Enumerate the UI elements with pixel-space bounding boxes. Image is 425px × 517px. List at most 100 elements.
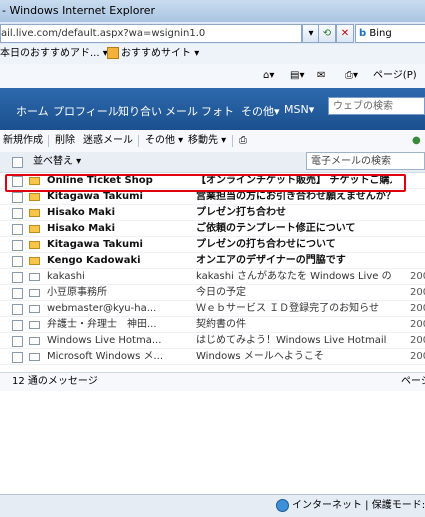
page-indicator[interactable]: ページ — [401, 373, 425, 391]
message-row[interactable]: Kitagawa Takumi プレゼンの打ち合わせについて — [0, 237, 425, 253]
toolbar-divider — [232, 135, 233, 147]
favorite-item-label: 本日のおすすめアド... — [0, 48, 100, 59]
message-sender[interactable]: Kitagawa Takumi — [47, 237, 187, 253]
nav-more[interactable]: その他▾ — [241, 103, 280, 119]
print-icon[interactable]: ⎙ — [239, 130, 247, 152]
sort-menu[interactable]: 並べ替え ▾ — [33, 152, 81, 172]
other-menu[interactable]: その他 ▾ — [145, 130, 183, 152]
message-checkbox[interactable] — [12, 240, 23, 251]
command-bar: ⌂▾ ▤▾ ✉ ⎙▾ ページ(P) — [0, 64, 425, 89]
favorite-item-2[interactable]: おすすめサイト ▾ — [107, 44, 199, 64]
rss-feed-icon[interactable]: ▤▾ — [290, 64, 304, 88]
stop-icon[interactable]: ✕ — [336, 24, 354, 43]
envelope-icon — [29, 193, 40, 201]
message-row[interactable]: kakashi kakashi さんがあなたを Windows Live のフ..… — [0, 269, 425, 285]
home-icon[interactable]: ⌂▾ — [263, 64, 274, 88]
message-checkbox[interactable] — [12, 336, 23, 347]
message-row[interactable]: webmaster@kyu-ha... Ｗｅｂサービス ＩＤ登録完了のお知らせ 20… — [0, 301, 425, 317]
new-button[interactable]: 新規作成 — [3, 130, 43, 152]
message-checkbox[interactable] — [12, 352, 23, 363]
contacts-icon[interactable]: ● — [412, 130, 421, 152]
nav-contacts[interactable]: 知り合い — [118, 103, 162, 119]
security-zone[interactable]: インターネット | 保護モード: 有効 — [292, 495, 425, 517]
message-checkbox[interactable] — [12, 304, 23, 315]
address-bar-row: ail.live.com/default.aspx?wa=wsignin1.0 … — [0, 22, 425, 44]
message-sender[interactable]: 小豆原事務所 — [47, 285, 187, 301]
envelope-icon — [29, 321, 40, 329]
bing-logo-icon: b — [359, 28, 367, 39]
message-subject[interactable]: 今日の予定 — [196, 285, 392, 301]
message-date: 200 — [410, 287, 425, 298]
move-to-menu[interactable]: 移動先 ▾ — [188, 130, 226, 152]
message-checkbox[interactable] — [12, 320, 23, 331]
message-sender[interactable]: Windows Live Hotma... — [47, 333, 187, 349]
message-checkbox[interactable] — [12, 192, 23, 203]
mail-icon[interactable]: ✉ — [317, 64, 325, 88]
message-subject[interactable]: オンエアのデザイナーの門脇です — [196, 253, 392, 269]
message-list-header: 並べ替え ▾ 電子メールの検索 — [0, 152, 425, 173]
junk-button[interactable]: 迷惑メール — [83, 130, 133, 152]
print-icon[interactable]: ⎙▾ — [345, 64, 358, 88]
message-subject[interactable]: プレゼン打ち合わせ — [196, 205, 392, 221]
mail-search-input[interactable]: 電子メールの検索 — [306, 152, 425, 170]
message-checkbox[interactable] — [12, 272, 23, 283]
nav-profile[interactable]: プロフィール — [53, 103, 119, 119]
message-sender[interactable]: Microsoft Windows メ... — [47, 349, 187, 365]
message-list-footer: 12 通のメッセージ ページ — [0, 372, 425, 391]
envelope-icon — [29, 225, 40, 233]
message-sender[interactable]: Hisako Maki — [47, 221, 187, 237]
message-row[interactable]: Kengo Kadowaki オンエアのデザイナーの門脇です — [0, 253, 425, 269]
message-subject[interactable]: プレゼンの打ち合わせについて — [196, 237, 392, 253]
message-date: 200 — [410, 271, 425, 282]
message-sender[interactable]: kakashi — [47, 269, 187, 285]
envelope-icon — [29, 273, 40, 281]
chevron-down-icon: ▾ — [194, 48, 200, 59]
envelope-icon — [29, 353, 40, 361]
select-all-checkbox[interactable] — [12, 157, 23, 168]
message-row[interactable]: 弁護士・弁理士 神田... 契約書の件 200 — [0, 317, 425, 333]
other-menu-label: その他 — [145, 135, 175, 146]
nav-home[interactable]: ホーム — [16, 103, 49, 119]
row-divider — [0, 364, 425, 365]
message-date: 200 — [410, 319, 425, 330]
message-subject[interactable]: はじめてみよう！Windows Live Hotmail — [196, 333, 392, 349]
message-subject[interactable]: kakashi さんがあなたを Windows Live のフ... — [196, 269, 392, 285]
message-subject[interactable]: Windows メールへようこそ — [196, 349, 392, 365]
message-subject[interactable]: 契約書の件 — [196, 317, 392, 333]
hotmail-navigation: ホーム プロフィール 知り合い メール フォト その他▾ MSN▾ ウェブの検索 — [0, 88, 425, 130]
nav-msn[interactable]: MSN▾ — [284, 103, 314, 116]
favorite-item-1[interactable]: 本日のおすすめアド... ▾ — [0, 44, 108, 64]
page-menu[interactable]: ページ(P) — [373, 64, 417, 88]
delete-button[interactable]: 削除 — [55, 130, 75, 152]
envelope-icon — [29, 257, 40, 265]
message-checkbox[interactable] — [12, 224, 23, 235]
message-date: 200 — [410, 335, 425, 346]
address-input[interactable]: ail.live.com/default.aspx?wa=wsignin1.0 — [0, 24, 302, 43]
status-bar: インターネット | 保護モード: 有効 — [0, 494, 425, 517]
search-engine-box[interactable]: b Bing — [355, 24, 425, 43]
message-row[interactable]: Hisako Maki ご依頼のテンプレート修正について — [0, 221, 425, 237]
message-sender[interactable]: 弁護士・弁理士 神田... — [47, 317, 187, 333]
message-row[interactable]: Hisako Maki プレゼン打ち合わせ — [0, 205, 425, 221]
message-sender[interactable]: Kengo Kadowaki — [47, 253, 187, 269]
nav-photos[interactable]: フォト — [201, 103, 234, 119]
envelope-icon — [29, 241, 40, 249]
message-row[interactable]: Microsoft Windows メ... Windows メールへようこそ 20… — [0, 349, 425, 365]
nav-mail[interactable]: メール — [165, 103, 198, 119]
message-checkbox[interactable] — [12, 208, 23, 219]
envelope-icon — [29, 289, 40, 297]
message-checkbox[interactable] — [12, 288, 23, 299]
message-date: 200 — [410, 303, 425, 314]
nav-more-label: その他 — [241, 105, 274, 118]
globe-icon — [276, 495, 289, 517]
message-sender[interactable]: webmaster@kyu-ha... — [47, 301, 187, 317]
refresh-icon[interactable]: ⟲ — [318, 24, 336, 43]
message-row[interactable]: 小豆原事務所今日の予定 200 — [0, 285, 425, 301]
message-subject[interactable]: Ｗｅｂサービス ＩＤ登録完了のお知らせ — [196, 301, 392, 317]
message-sender[interactable]: Hisako Maki — [47, 205, 187, 221]
message-count: 12 通のメッセージ — [12, 376, 98, 387]
message-checkbox[interactable] — [12, 256, 23, 267]
message-row[interactable]: Windows Live Hotma... はじめてみよう！Windows Liv… — [0, 333, 425, 349]
web-search-input[interactable]: ウェブの検索 — [328, 97, 425, 115]
message-subject[interactable]: ご依頼のテンプレート修正について — [196, 221, 392, 237]
